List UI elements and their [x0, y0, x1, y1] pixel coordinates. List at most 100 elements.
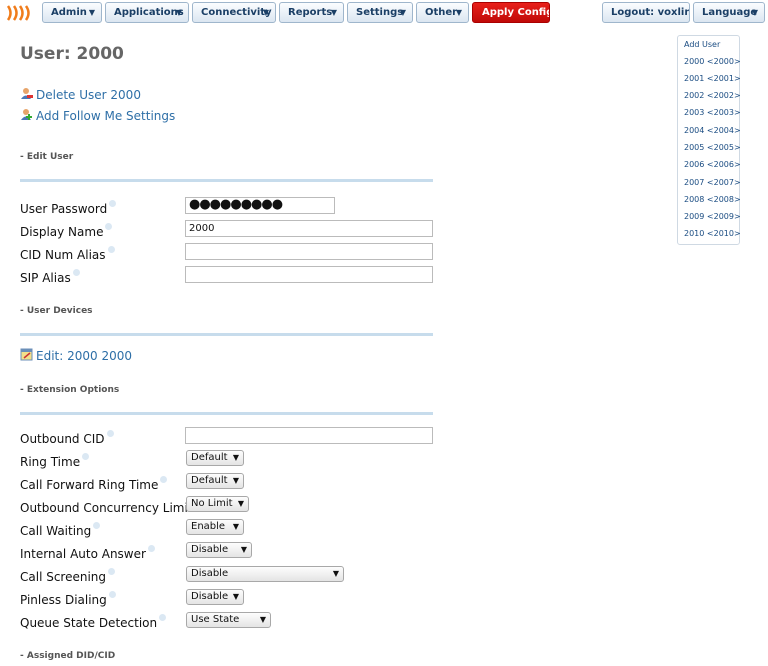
call-waiting-label: Call Waiting	[20, 522, 101, 538]
ring-time-label: Ring Time	[20, 453, 90, 469]
help-icon[interactable]	[105, 223, 113, 230]
user-add-icon	[21, 109, 32, 120]
outbound-cid-field[interactable]	[185, 427, 433, 444]
help-icon[interactable]	[108, 568, 116, 575]
chevron-down-icon: ▼	[455, 8, 462, 17]
nav-language[interactable]: Language ▼	[693, 2, 765, 23]
chevron-down-icon: ▼	[232, 453, 239, 462]
auto-answer-select[interactable]: Disable ▼	[186, 542, 252, 558]
sidebar-item-user[interactable]: 2002 <2002>	[684, 91, 741, 100]
help-icon[interactable]	[93, 522, 101, 529]
call-waiting-select[interactable]: Enable ▼	[186, 519, 244, 535]
sidebar-item-user[interactable]: 2004 <2004>	[684, 126, 741, 135]
help-icon[interactable]	[147, 545, 155, 552]
queue-state-label-text: Queue State Detection	[20, 616, 158, 630]
nav-reports[interactable]: Reports ▼	[279, 2, 344, 23]
nav-applications[interactable]: Applications ▼	[105, 2, 189, 23]
call-screening-select[interactable]: Disable ▼	[186, 566, 344, 582]
help-icon[interactable]	[159, 614, 167, 621]
chevron-down-icon: ▼	[330, 8, 337, 17]
chevron-down-icon: ▼	[751, 8, 758, 17]
edit-device-label: Edit: 2000 2000	[36, 349, 132, 363]
user-delete-icon	[21, 88, 33, 99]
sidebar-item-user[interactable]: 2007 <2007>	[684, 178, 741, 187]
freepbx-logo-icon[interactable]	[4, 4, 36, 22]
chevron-down-icon: ▼	[259, 615, 266, 624]
sidebar-item-user[interactable]: 2009 <2009>	[684, 212, 741, 221]
cf-ring-time-value: Default	[191, 475, 228, 486]
add-follow-me-link[interactable]: Add Follow Me Settings	[20, 108, 175, 123]
help-icon[interactable]	[108, 591, 116, 598]
delete-user-label: Delete User 2000	[36, 88, 141, 102]
sip-alias-label-text: SIP Alias	[20, 271, 71, 285]
sidebar-item-user[interactable]: 2003 <2003>	[684, 108, 741, 117]
user-list-sidebar: Add User 2000 <2000> 2001 <2001> 2002 <2…	[677, 35, 741, 245]
pinless-dialing-label-text: Pinless Dialing	[20, 593, 107, 607]
nav-admin[interactable]: Admin ▼	[42, 2, 102, 23]
user-password-field[interactable]: ●●●●●●●●●	[185, 197, 335, 214]
edit-device-link[interactable]: Edit: 2000 2000	[20, 348, 132, 363]
display-name-label-text: Display Name	[20, 225, 104, 239]
user-password-label: User Password	[20, 200, 117, 216]
chevron-down-icon: ▼	[232, 522, 239, 531]
ring-time-value: Default	[191, 452, 228, 463]
sip-alias-field[interactable]	[185, 266, 433, 283]
auto-answer-label: Internal Auto Answer	[20, 545, 155, 561]
section-edit-user: - Edit User	[20, 152, 74, 162]
chevron-down-icon: ▼	[88, 8, 95, 17]
queue-state-select[interactable]: Use State ▼	[186, 612, 271, 628]
chevron-down-icon: ▼	[175, 8, 182, 17]
display-name-field[interactable]: 2000	[185, 220, 433, 237]
help-icon[interactable]	[72, 269, 80, 276]
sidebar-item-user[interactable]: 2006 <2006>	[684, 160, 741, 169]
nav-connectivity[interactable]: Connectivity ▼	[192, 2, 276, 23]
chevron-down-icon: ▼	[232, 592, 239, 601]
sidebar-item-user[interactable]: 2008 <2008>	[684, 195, 741, 204]
edit-device-icon	[20, 348, 33, 361]
nav-language-label: Language	[702, 7, 758, 18]
ring-time-select[interactable]: Default ▼	[186, 450, 244, 466]
section-divider	[20, 179, 433, 182]
logout-button[interactable]: Logout: voxlink	[602, 2, 690, 23]
call-screening-label-text: Call Screening	[20, 570, 107, 584]
nav-connectivity-label: Connectivity	[201, 7, 272, 18]
queue-state-label: Queue State Detection	[20, 614, 167, 630]
cf-ring-time-select[interactable]: Default ▼	[186, 473, 244, 489]
nav-settings[interactable]: Settings ▼	[347, 2, 413, 23]
help-icon[interactable]	[82, 453, 90, 460]
add-follow-me-label: Add Follow Me Settings	[36, 109, 176, 123]
sidebar-item-add-user[interactable]: Add User	[684, 40, 720, 49]
delete-user-link[interactable]: Delete User 2000	[20, 87, 141, 102]
sidebar-item-user[interactable]: 2005 <2005>	[684, 143, 741, 152]
apply-config-button[interactable]: Apply Config	[472, 2, 550, 23]
section-extension-options: - Extension Options	[20, 385, 120, 395]
cid-num-alias-field[interactable]	[185, 243, 433, 260]
cf-ring-time-label: Call Forward Ring Time	[20, 476, 168, 492]
nav-other[interactable]: Other ▼	[416, 2, 469, 23]
top-nav-bar: Admin ▼ Applications ▼ Connectivity ▼ Repor…	[0, 0, 768, 26]
call-waiting-label-text: Call Waiting	[20, 524, 92, 538]
sidebar-item-user[interactable]: 2000 <2000>	[684, 57, 741, 66]
auto-answer-label-text: Internal Auto Answer	[20, 547, 146, 561]
section-user-devices: - User Devices	[20, 306, 93, 316]
chevron-down-icon: ▼	[240, 545, 247, 554]
section-assigned-did: - Assigned DID/CID	[20, 651, 116, 661]
page-title: User: 2000	[20, 44, 124, 64]
chevron-down-icon: ▼	[237, 499, 244, 508]
pinless-dialing-select[interactable]: Disable ▼	[186, 589, 244, 605]
sidebar-item-user[interactable]: 2001 <2001>	[684, 74, 741, 83]
help-icon[interactable]	[109, 200, 117, 207]
chevron-down-icon: ▼	[262, 8, 269, 17]
pinless-dialing-value: Disable	[191, 591, 229, 602]
sidebar-item-user[interactable]: 2010 <2010>	[684, 229, 741, 238]
ring-time-label-text: Ring Time	[20, 455, 81, 469]
nav-admin-label: Admin	[51, 7, 87, 18]
concurrency-limit-select[interactable]: No Limit ▼	[186, 496, 249, 512]
help-icon[interactable]	[107, 246, 115, 253]
help-icon[interactable]	[160, 476, 168, 483]
cf-ring-time-label-text: Call Forward Ring Time	[20, 478, 159, 492]
cid-num-alias-label: CID Num Alias	[20, 246, 115, 262]
help-icon[interactable]	[106, 430, 114, 437]
cid-num-alias-label-text: CID Num Alias	[20, 248, 106, 262]
outbound-cid-label: Outbound CID	[20, 430, 114, 446]
